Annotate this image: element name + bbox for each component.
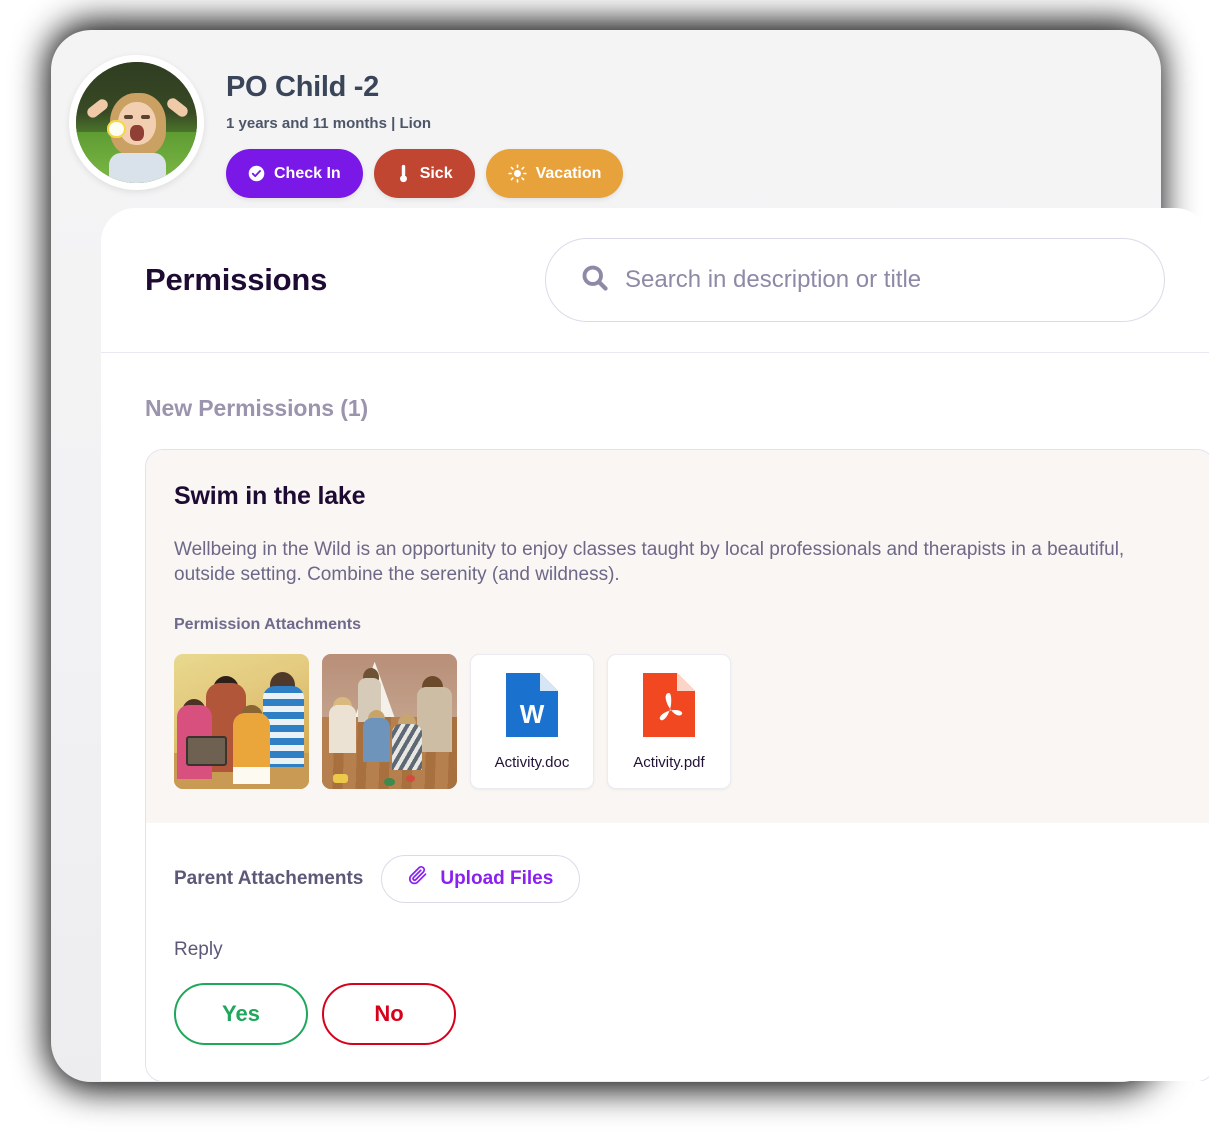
child-name: PO Child -2 — [226, 71, 379, 103]
panel-header: Permissions — [101, 208, 1209, 353]
permission-card: Swim in the lake Wellbeing in the Wild i… — [145, 449, 1209, 1081]
reply-yes-button[interactable]: Yes — [174, 982, 308, 1045]
status-tag-row: Check In Sick Vacation — [226, 149, 624, 198]
pdf-file-name: Activity.pdf — [633, 754, 705, 772]
permission-description: Wellbeing in the Wild is an opportunity … — [174, 539, 1125, 586]
new-permissions-heading: New Permissions (1) — [145, 395, 369, 421]
attachment-image-1[interactable] — [174, 653, 309, 789]
check-in-label: Check In — [274, 164, 341, 182]
search-bar[interactable] — [545, 238, 1165, 322]
permission-attachments-row: W Activity.doc Activity.pdf — [174, 653, 1186, 789]
attachment-pdf-file[interactable]: Activity.pdf — [607, 653, 731, 789]
search-icon — [580, 263, 610, 298]
avatar[interactable] — [69, 55, 204, 190]
page-title: Permissions — [145, 262, 328, 297]
panel-body: New Permissions (1) Swim in the lake Wel… — [101, 353, 1209, 1081]
pdf-file-icon — [641, 671, 697, 744]
screenshot-stage: PO Child -2 1 years and 11 months | Lion… — [0, 0, 1209, 1140]
profile-meta: PO Child -2 1 years and 11 months | Lion… — [226, 55, 624, 198]
reply-label: Reply — [174, 938, 223, 960]
permission-card-bottom: Parent Attachements Upload Files Reply Y… — [146, 822, 1209, 1081]
vacation-label: Vacation — [535, 164, 602, 182]
upload-files-button[interactable]: Upload Files — [381, 854, 581, 903]
word-file-icon: W — [504, 671, 560, 744]
vacation-button[interactable]: Vacation — [485, 149, 624, 198]
reply-no-button[interactable]: No — [322, 982, 456, 1045]
child-subtitle: 1 years and 11 months | Lion — [226, 115, 432, 132]
search-input[interactable] — [625, 266, 1130, 294]
sick-button[interactable]: Sick — [373, 149, 475, 198]
svg-text:W: W — [520, 699, 545, 729]
sick-label: Sick — [419, 164, 453, 182]
permission-title: Swim in the lake — [174, 482, 366, 510]
upload-files-label: Upload Files — [440, 867, 554, 889]
paperclip-icon — [408, 865, 429, 892]
parent-attachments-label: Parent Attachements — [174, 867, 364, 889]
reply-button-row: Yes No — [174, 982, 1186, 1045]
avatar-photo — [76, 62, 197, 183]
permission-card-top: Swim in the lake Wellbeing in the Wild i… — [146, 450, 1209, 823]
permission-attachments-label: Permission Attachments — [174, 615, 362, 633]
profile-header: PO Child -2 1 years and 11 months | Lion… — [69, 55, 624, 198]
check-circle-icon — [248, 165, 265, 182]
attachment-image-2[interactable] — [322, 653, 457, 789]
permissions-panel: Permissions New Permissions (1) Swim in … — [101, 208, 1209, 1081]
thermometer-icon — [396, 164, 411, 183]
parent-attachments-row: Parent Attachements Upload Files — [174, 854, 1186, 903]
doc-file-name: Activity.doc — [494, 754, 570, 772]
check-in-button[interactable]: Check In — [226, 149, 363, 198]
sun-icon — [507, 164, 527, 183]
attachment-doc-file[interactable]: W Activity.doc — [470, 653, 594, 789]
